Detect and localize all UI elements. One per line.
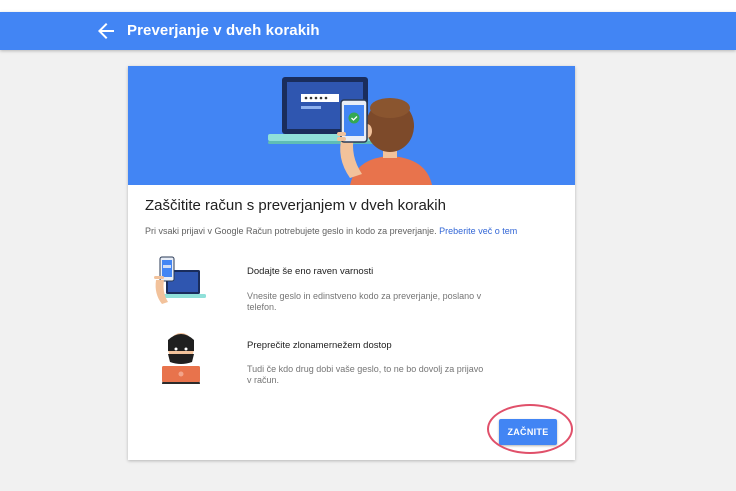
intro-text: Pri vsaki prijavi v Google Račun potrebu…	[145, 226, 565, 236]
feature-title-protection: Preprečite zlonamernežem dostop	[247, 340, 392, 351]
feature-desc-security: Vnesite geslo in edinstveno kodo za prev…	[247, 291, 482, 312]
browser-top-strip	[0, 0, 736, 12]
two-step-card: Zaščitite račun s preverjanjem v dveh ko…	[128, 66, 575, 460]
learn-more-link[interactable]: Preberite več o tem	[439, 226, 517, 236]
feature-title-security: Dodajte še eno raven varnosti	[247, 266, 374, 277]
app-bar: Preverjanje v dveh korakih	[0, 12, 736, 50]
card-title: Zaščitite račun s preverjanjem v dveh ko…	[145, 197, 446, 214]
feature-desc-protection: Tudi če kdo drug dobi vaše geslo, to ne …	[247, 364, 484, 385]
hacker-icon	[156, 328, 206, 384]
hero-illustration	[128, 66, 575, 185]
start-button[interactable]: ZAČNITE	[499, 419, 557, 445]
back-arrow-icon[interactable]	[94, 19, 118, 43]
phone-laptop-icon	[152, 254, 208, 309]
intro-description: Pri vsaki prijavi v Google Račun potrebu…	[145, 226, 437, 236]
page-title: Preverjanje v dveh korakih	[127, 22, 320, 39]
